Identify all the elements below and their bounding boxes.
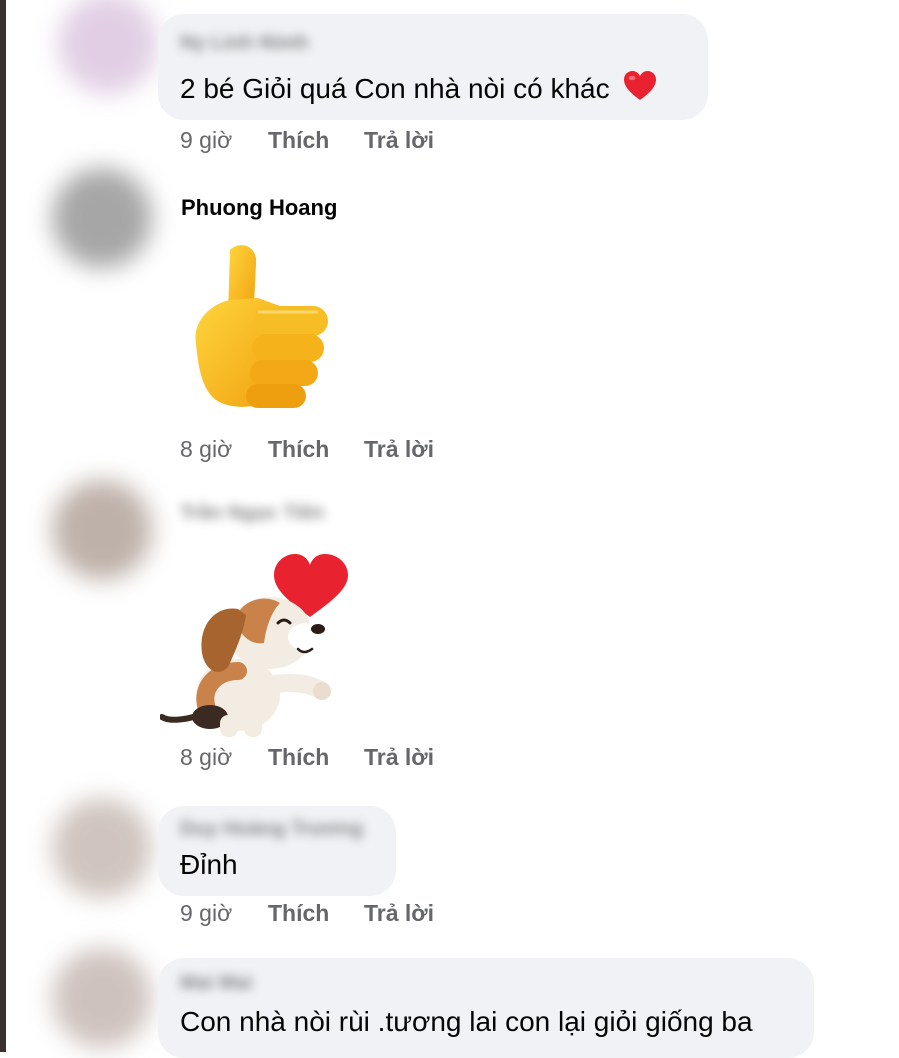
comment-author[interactable]: Mai Mai (180, 972, 252, 995)
comment-author[interactable]: Phuong Hoang (181, 195, 337, 221)
comment-author[interactable]: Duy Hoàng Trương (180, 818, 363, 841)
avatar[interactable] (58, 0, 158, 94)
comment-text: Đỉnh (180, 849, 238, 880)
like-button[interactable]: Thích (268, 127, 329, 154)
avatar[interactable] (52, 798, 152, 898)
like-button[interactable]: Thích (268, 436, 329, 463)
like-button[interactable]: Thích (268, 744, 329, 771)
puppy-heart-sticker (159, 545, 355, 745)
comment-time[interactable]: 9 giờ (180, 900, 232, 927)
comment-text: Con nhà nòi rùi .tương lai con lại giỏi … (180, 1006, 753, 1037)
comment-author[interactable]: Trần Ngọc Tiên (180, 502, 324, 525)
comment-text: 2 bé Giỏi quá Con nhà nòi có khác (180, 70, 657, 109)
comment-meta: 8 giờ Thích Trả lời (180, 744, 480, 774)
comment-time[interactable]: 9 giờ (180, 127, 232, 154)
like-button[interactable]: Thích (268, 900, 329, 927)
screen-edge (0, 0, 6, 1052)
comment-text-content: 2 bé Giỏi quá Con nhà nòi có khác (180, 73, 610, 104)
comment-time[interactable]: 8 giờ (180, 436, 232, 463)
avatar[interactable] (52, 480, 152, 580)
reply-button[interactable]: Trả lời (364, 127, 434, 154)
comment-time[interactable]: 8 giờ (180, 744, 232, 771)
red-heart-icon (623, 70, 657, 109)
avatar[interactable] (52, 168, 152, 268)
avatar[interactable] (52, 948, 152, 1048)
comment-meta: 8 giờ Thích Trả lời (180, 436, 480, 466)
reply-button[interactable]: Trả lời (364, 900, 434, 927)
reply-button[interactable]: Trả lời (364, 744, 434, 771)
comment-meta: 9 giờ Thích Trả lời (180, 900, 480, 930)
thumbs-up-icon (188, 240, 333, 420)
reply-button[interactable]: Trả lời (364, 436, 434, 463)
comment-meta: 9 giờ Thích Trả lời (180, 127, 480, 157)
comment-author[interactable]: Ny Linh Nimh (180, 32, 309, 55)
